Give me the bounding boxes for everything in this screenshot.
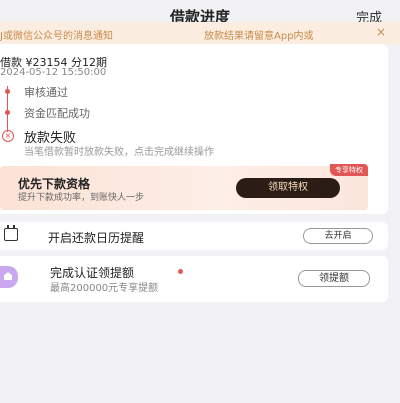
notice-text-right: 放款结果请留意App内或: [204, 31, 314, 42]
home-icon: [0, 266, 18, 288]
step-funds-matched: 资金匹配成功: [24, 107, 90, 120]
get-quota-button[interactable]: 领提额: [298, 270, 370, 287]
notice-text-left: J或微信公众号的消息通知: [0, 31, 113, 42]
calendar-reminder-card: 开启还款日历提醒 去开启: [0, 222, 388, 250]
step-approved: 审核通过: [24, 86, 68, 99]
quota-subtitle: 最高200000元专享提额: [50, 283, 159, 294]
priority-banner[interactable]: 专享特权 优先下款资格 提升下款成功率，到账快人一步 领取特权: [0, 164, 368, 210]
quota-card: 完成认证领提额 最高200000元专享提额 领提额: [0, 256, 388, 302]
fail-icon: ×: [2, 130, 14, 142]
apply-time: 2024-05-12 15:50:00: [0, 67, 107, 78]
fail-description: 当笔借款暂时放款失败，点击完成继续操作: [24, 147, 214, 158]
enable-calendar-button[interactable]: 去开启: [303, 228, 373, 244]
exclusive-badge: 专享特权: [330, 164, 368, 176]
close-icon[interactable]: ×: [376, 25, 386, 39]
claim-privilege-button[interactable]: 领取特权: [236, 178, 340, 198]
new-dot: [178, 269, 183, 274]
priority-subtitle: 提升下款成功率，到账快人一步: [18, 193, 145, 203]
step-dot: [5, 110, 10, 115]
calendar-reminder-label: 开启还款日历提醒: [48, 231, 145, 245]
calendar-icon: [4, 225, 18, 241]
step-dot: [5, 89, 10, 94]
notice-bar: J或微信公众号的消息通知 放款结果请留意App内或 ×: [0, 22, 400, 44]
